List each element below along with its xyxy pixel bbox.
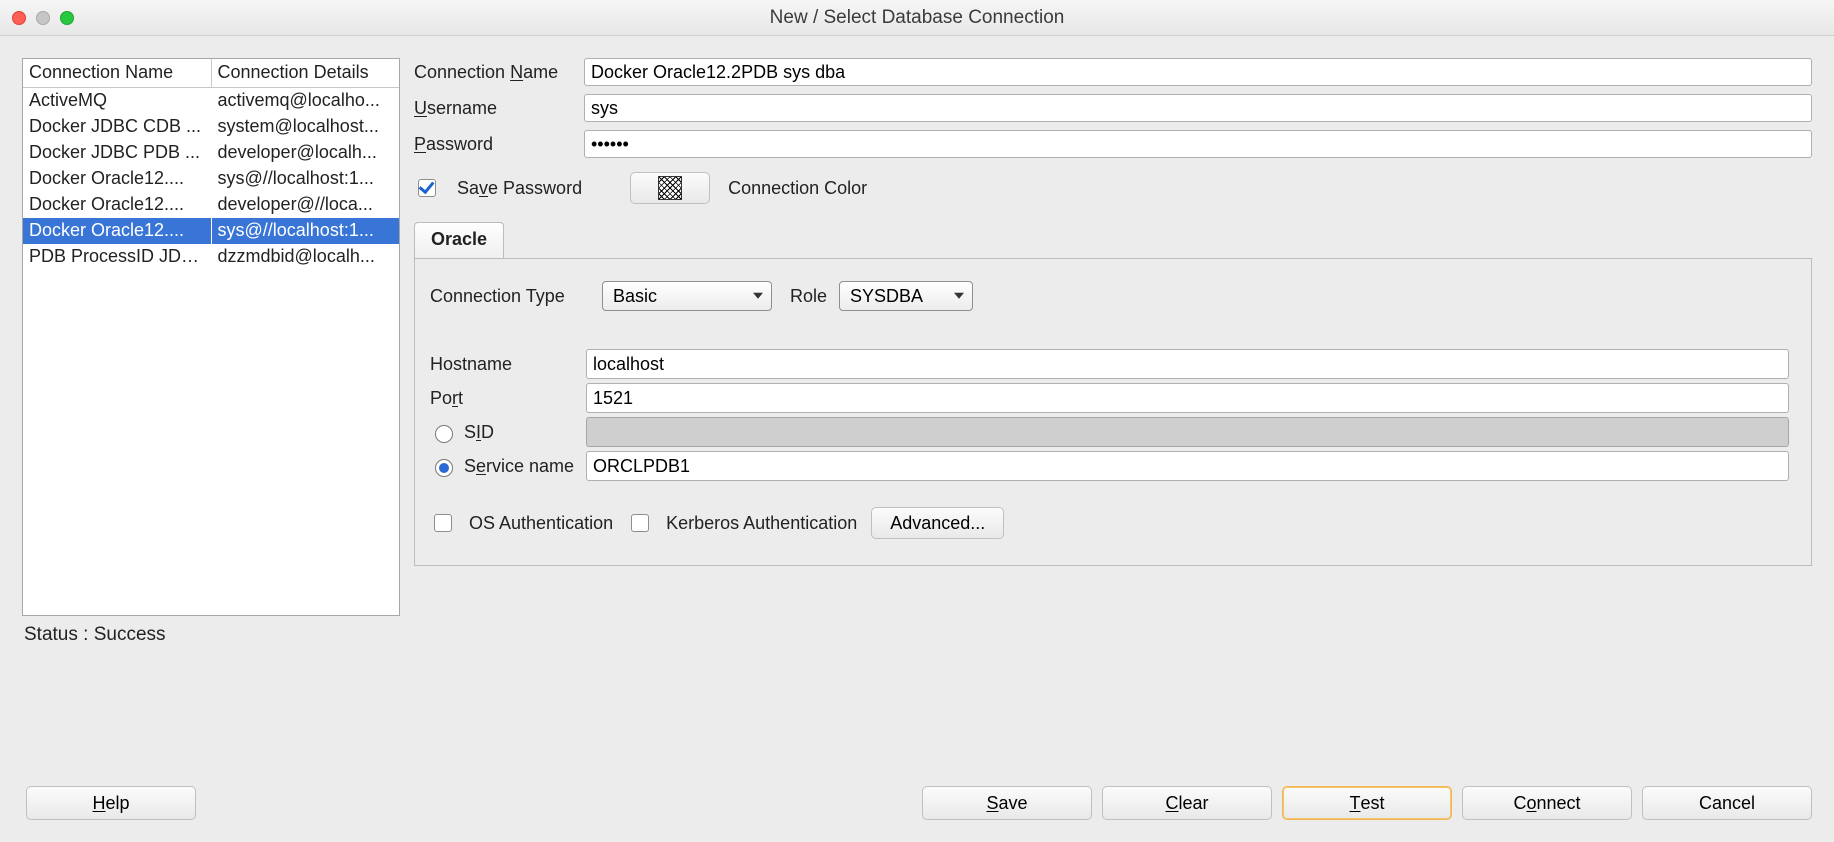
table-row[interactable]: Docker JDBC PDB ...developer@localh... bbox=[23, 140, 399, 166]
password-input[interactable] bbox=[584, 130, 1812, 158]
table-row[interactable]: Docker Oracle12....sys@//localhost:1... bbox=[23, 166, 399, 192]
label-save-password: Save Password bbox=[457, 178, 582, 199]
status-text: Status : Success bbox=[0, 616, 1834, 646]
tab-oracle[interactable]: Oracle bbox=[414, 222, 504, 258]
titlebar: New / Select Database Connection bbox=[0, 0, 1834, 36]
label-kerberos-auth: Kerberos Authentication bbox=[666, 513, 857, 534]
connection-type-select[interactable]: Basic bbox=[602, 281, 772, 311]
label-hostname: Hostname bbox=[430, 354, 586, 375]
cell-connection-details: activemq@localho... bbox=[211, 88, 399, 115]
label-service-name: Service name bbox=[430, 456, 586, 477]
sid-radio[interactable] bbox=[435, 425, 453, 443]
oracle-panel: Connection Type Basic Role SYSDBA bbox=[414, 259, 1812, 566]
label-connection-color: Connection Color bbox=[728, 178, 867, 199]
connection-name-input[interactable] bbox=[584, 58, 1812, 86]
cell-connection-name: PDB ProcessID JDBC bbox=[23, 244, 211, 270]
help-button[interactable]: Help bbox=[26, 786, 196, 820]
cell-connection-details: sys@//localhost:1... bbox=[211, 218, 399, 244]
label-role: Role bbox=[790, 286, 827, 307]
col-connection-name[interactable]: Connection Name bbox=[23, 59, 211, 88]
test-button[interactable]: Test bbox=[1282, 786, 1452, 820]
hostname-input[interactable] bbox=[586, 349, 1789, 379]
role-select[interactable]: SYSDBA bbox=[839, 281, 973, 311]
label-password: Password bbox=[414, 134, 584, 155]
label-username: Username bbox=[414, 98, 584, 119]
table-row[interactable]: Docker JDBC CDB ...system@localhost... bbox=[23, 114, 399, 140]
label-connection-type: Connection Type bbox=[430, 286, 590, 307]
col-connection-details[interactable]: Connection Details bbox=[211, 59, 399, 88]
connect-button[interactable]: Connect bbox=[1462, 786, 1632, 820]
cell-connection-details: dzzmdbid@localh... bbox=[211, 244, 399, 270]
cell-connection-details: developer@localh... bbox=[211, 140, 399, 166]
kerberos-auth-checkbox[interactable] bbox=[631, 514, 649, 532]
cell-connection-name: Docker Oracle12.... bbox=[23, 218, 211, 244]
port-input[interactable] bbox=[586, 383, 1789, 413]
table-row[interactable]: ActiveMQactivemq@localho... bbox=[23, 88, 399, 115]
cell-connection-name: Docker Oracle12.... bbox=[23, 192, 211, 218]
window-title: New / Select Database Connection bbox=[0, 7, 1834, 29]
clear-button[interactable]: Clear bbox=[1102, 786, 1272, 820]
service-name-input[interactable] bbox=[586, 451, 1789, 481]
cancel-button[interactable]: Cancel bbox=[1642, 786, 1812, 820]
color-picker-icon bbox=[658, 176, 682, 200]
sid-input bbox=[586, 417, 1789, 447]
service-name-radio[interactable] bbox=[435, 459, 453, 477]
connection-list[interactable]: Connection Name Connection Details Activ… bbox=[22, 58, 400, 616]
label-connection-name: Connection Name bbox=[414, 62, 584, 83]
connection-color-button[interactable] bbox=[630, 172, 710, 204]
table-row[interactable]: PDB ProcessID JDBCdzzmdbid@localh... bbox=[23, 244, 399, 270]
os-auth-checkbox[interactable] bbox=[434, 514, 452, 532]
connection-form: Connection Name Username Password Save P… bbox=[414, 58, 1812, 616]
cell-connection-name: Docker JDBC CDB ... bbox=[23, 114, 211, 140]
button-bar: Help Save Clear Test Connect Cancel bbox=[0, 766, 1834, 842]
table-row[interactable]: Docker Oracle12....developer@//loca... bbox=[23, 192, 399, 218]
cell-connection-name: Docker Oracle12.... bbox=[23, 166, 211, 192]
username-input[interactable] bbox=[584, 94, 1812, 122]
cell-connection-details: developer@//loca... bbox=[211, 192, 399, 218]
table-row[interactable]: Docker Oracle12....sys@//localhost:1... bbox=[23, 218, 399, 244]
cell-connection-details: sys@//localhost:1... bbox=[211, 166, 399, 192]
label-sid: SID bbox=[430, 422, 586, 443]
save-button[interactable]: Save bbox=[922, 786, 1092, 820]
cell-connection-name: ActiveMQ bbox=[23, 88, 211, 115]
save-password-checkbox[interactable] bbox=[418, 179, 436, 197]
dialog-window: New / Select Database Connection Connect… bbox=[0, 0, 1834, 842]
cell-connection-details: system@localhost... bbox=[211, 114, 399, 140]
label-os-auth: OS Authentication bbox=[469, 513, 613, 534]
label-port: Port bbox=[430, 388, 586, 409]
connection-list-header: Connection Name Connection Details bbox=[23, 59, 399, 88]
advanced-button[interactable]: Advanced... bbox=[871, 507, 1004, 539]
cell-connection-name: Docker JDBC PDB ... bbox=[23, 140, 211, 166]
